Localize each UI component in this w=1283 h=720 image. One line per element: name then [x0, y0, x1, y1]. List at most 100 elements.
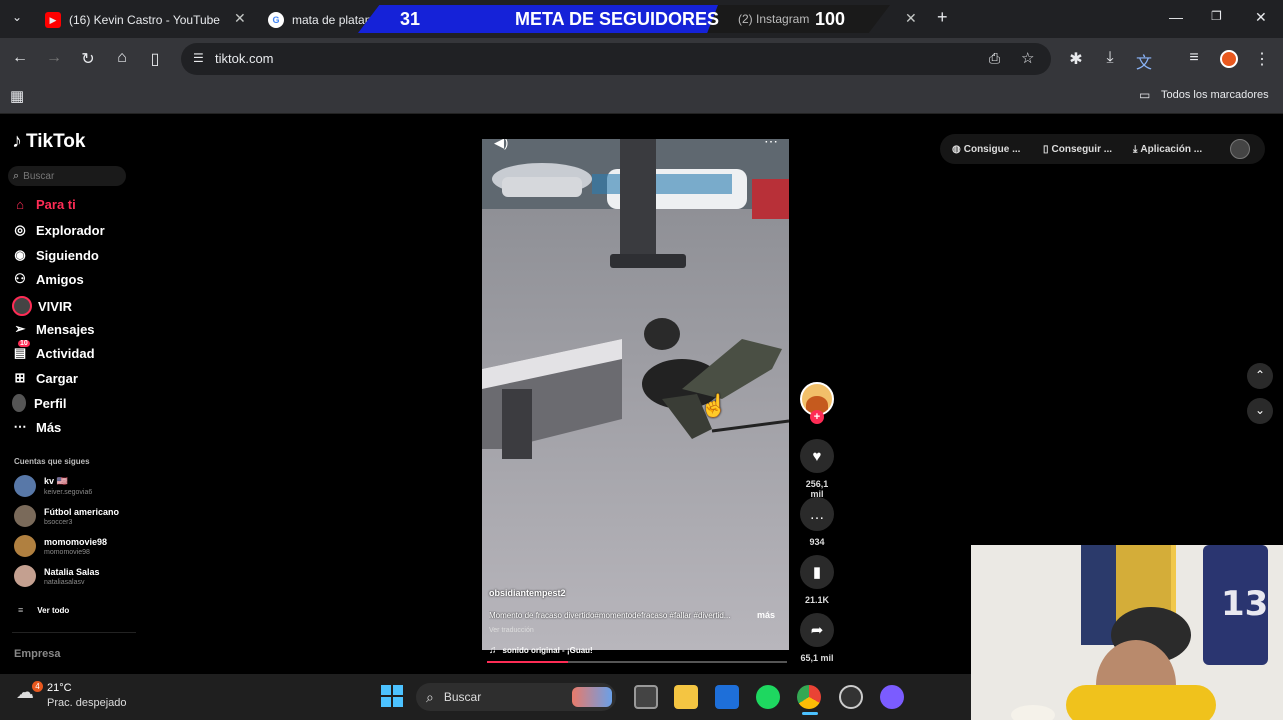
follower-goal-banner: 31 META DE SEGUIDORES (2) Instagram 100: [358, 5, 890, 33]
nav-siguiendo[interactable]: ◉ Siguiendo: [12, 247, 99, 263]
apps-grid-icon[interactable]: ▦: [10, 87, 24, 105]
nav-label: Perfil: [34, 395, 67, 411]
nav-explorador[interactable]: ◎ Explorador: [12, 222, 105, 238]
side-panel-icon[interactable]: ▯: [145, 49, 165, 69]
following-item[interactable]: Fútbol americano bsoccer3: [14, 505, 119, 527]
minimize-icon[interactable]: —: [1169, 9, 1183, 25]
bookmark-star-icon[interactable]: ☆: [1021, 49, 1034, 67]
forward-icon[interactable]: →: [44, 49, 64, 67]
reload-icon[interactable]: ↻: [78, 49, 98, 69]
plus-square-icon: ⊞: [14, 370, 26, 385]
nav-amigos[interactable]: ⚇ Amigos: [12, 271, 84, 287]
list-icon: ≡: [18, 605, 24, 615]
nav-mas[interactable]: ⋯ Más: [12, 419, 62, 435]
nav-perfil[interactable]: Perfil: [12, 394, 67, 412]
menu-kebab-icon[interactable]: ⋮: [1252, 49, 1272, 69]
nav-mensajes[interactable]: ➢ Mensajes: [12, 321, 95, 337]
weather-text: Prac. despejado: [47, 697, 127, 709]
follow-plus-icon[interactable]: +: [810, 410, 824, 424]
task-view-icon[interactable]: [634, 685, 658, 709]
video-progress-fill: [487, 661, 568, 663]
volume-icon[interactable]: ◀): [494, 139, 508, 151]
video-player[interactable]: ◀) ⋯ ☝ obsidiantempest2 Momento de fraca…: [482, 139, 789, 650]
video-author[interactable]: obsidiantempest2: [489, 588, 566, 598]
home-icon: ⌂: [16, 197, 24, 212]
logo-text: TikTok: [26, 130, 86, 152]
tab-title-instagram[interactable]: (2) Instagram: [738, 12, 809, 26]
tab-youtube[interactable]: ▶ (16) Kevin Castro - YouTube: [45, 6, 220, 34]
more-options-icon[interactable]: ⋯: [764, 139, 778, 150]
bookmark-icon: ▮: [800, 555, 834, 589]
compass-icon: ◎: [14, 222, 26, 237]
desktop-app-button[interactable]: ⤓ Aplicación ...: [1133, 137, 1202, 161]
close-tab-icon[interactable]: ✕: [234, 10, 246, 27]
comment-button[interactable]: … 934: [798, 497, 836, 547]
following-item[interactable]: momomovie98 momomovie98: [14, 535, 107, 557]
translate-icon[interactable]: 文: [1134, 49, 1154, 73]
following-name: momomovie98: [44, 536, 108, 547]
new-tab-icon[interactable]: +: [937, 7, 948, 28]
previous-video-chevron-up-icon[interactable]: ⌃: [1247, 363, 1273, 389]
spotify-icon[interactable]: [756, 685, 780, 709]
extensions-icon[interactable]: ✱: [1066, 49, 1086, 69]
all-bookmarks-link[interactable]: Todos los marcadores: [1161, 89, 1269, 101]
webcam-overlay: 13: [971, 545, 1283, 720]
caption-more-link[interactable]: más: [757, 610, 775, 620]
install-app-icon[interactable]: ⎙: [989, 50, 1000, 67]
button-label: Conseguir ...: [1051, 143, 1113, 155]
see-translation-link[interactable]: Ver traducción: [489, 627, 534, 634]
music-note-icon: ♫: [489, 645, 497, 656]
close-tab-icon[interactable]: ✕: [905, 10, 917, 27]
close-window-icon[interactable]: ✕: [1255, 9, 1267, 26]
save-count: 21.1K: [804, 595, 830, 605]
home-icon[interactable]: ⌂: [112, 49, 132, 67]
footer-empresa-link[interactable]: Empresa: [14, 648, 60, 660]
next-video-chevron-down-icon[interactable]: ⌄: [1247, 398, 1273, 424]
see-all-link[interactable]: ≡ Ver todo: [18, 605, 69, 615]
get-coins-button[interactable]: ◍ Consigue ...: [952, 137, 1020, 161]
video-progress-track[interactable]: [487, 661, 787, 663]
download-icon[interactable]: ⤓: [1100, 49, 1120, 67]
google-icon: G: [268, 12, 284, 28]
following-item[interactable]: Natalia Salas nataliasalasv: [14, 565, 100, 587]
site-info-icon[interactable]: ☰: [193, 51, 204, 65]
banner-goal-count: 100: [815, 9, 846, 29]
chat-app-icon[interactable]: [880, 685, 904, 709]
active-app-indicator: [802, 712, 818, 715]
following-handle: keiver.segovia6: [44, 489, 93, 496]
temperature: 21°C: [47, 682, 72, 694]
following-item[interactable]: kv 🇺🇸 keiver.segovia6: [14, 475, 92, 497]
comment-count: 934: [809, 537, 825, 547]
profile-avatar[interactable]: [1220, 50, 1238, 68]
get-app-button[interactable]: ▯ Conseguir ...: [1043, 137, 1112, 161]
share-button[interactable]: ➦ 65,1 mil: [798, 613, 836, 663]
media-controls-icon[interactable]: ≡: [1184, 49, 1204, 67]
save-button[interactable]: ▮ 21.1K: [798, 555, 836, 605]
microsoft-store-icon[interactable]: [715, 685, 739, 709]
windows-start-icon[interactable]: [381, 685, 403, 707]
restore-icon[interactable]: ❐: [1211, 9, 1222, 23]
nav-actividad[interactable]: ▤ 10 Actividad: [12, 340, 95, 361]
sound-link[interactable]: ♫ sonido original - ¡Guau!: [489, 645, 593, 656]
tile: [381, 697, 391, 707]
avatar: [14, 505, 36, 527]
nav-cargar[interactable]: ⊞ Cargar: [12, 370, 78, 386]
file-explorer-icon[interactable]: [674, 685, 698, 709]
like-button[interactable]: ♥ 256,1 mil: [798, 439, 836, 499]
tab-search-chevron-icon[interactable]: ⌄: [12, 10, 22, 24]
address-bar[interactable]: ☰ tiktok.com ⎙ ☆: [181, 43, 1051, 75]
browser-toolbar: ← → ↻ ⌂ ▯ ☰ tiktok.com ⎙ ☆ ✱ ⤓ 文 ≡ ⋮: [0, 38, 1283, 80]
chrome-icon[interactable]: [797, 685, 821, 709]
tiktok-note-icon: ♪: [12, 130, 22, 152]
following-handle: momomovie98: [44, 548, 90, 556]
search-input[interactable]: ⌕ Buscar: [8, 166, 126, 186]
back-icon[interactable]: ←: [10, 49, 30, 67]
following-name: kv 🇺🇸: [44, 476, 68, 486]
obs-icon[interactable]: [839, 685, 863, 709]
nav-label: Explorador: [36, 222, 105, 238]
user-avatar[interactable]: [1230, 139, 1250, 159]
nav-para-ti[interactable]: ⌂ Para ti: [12, 197, 76, 212]
nav-vivir[interactable]: VIVIR: [12, 296, 72, 316]
taskbar-search-input[interactable]: ⌕ Buscar: [416, 683, 616, 711]
tiktok-logo[interactable]: ♪ TikTok: [12, 130, 85, 153]
